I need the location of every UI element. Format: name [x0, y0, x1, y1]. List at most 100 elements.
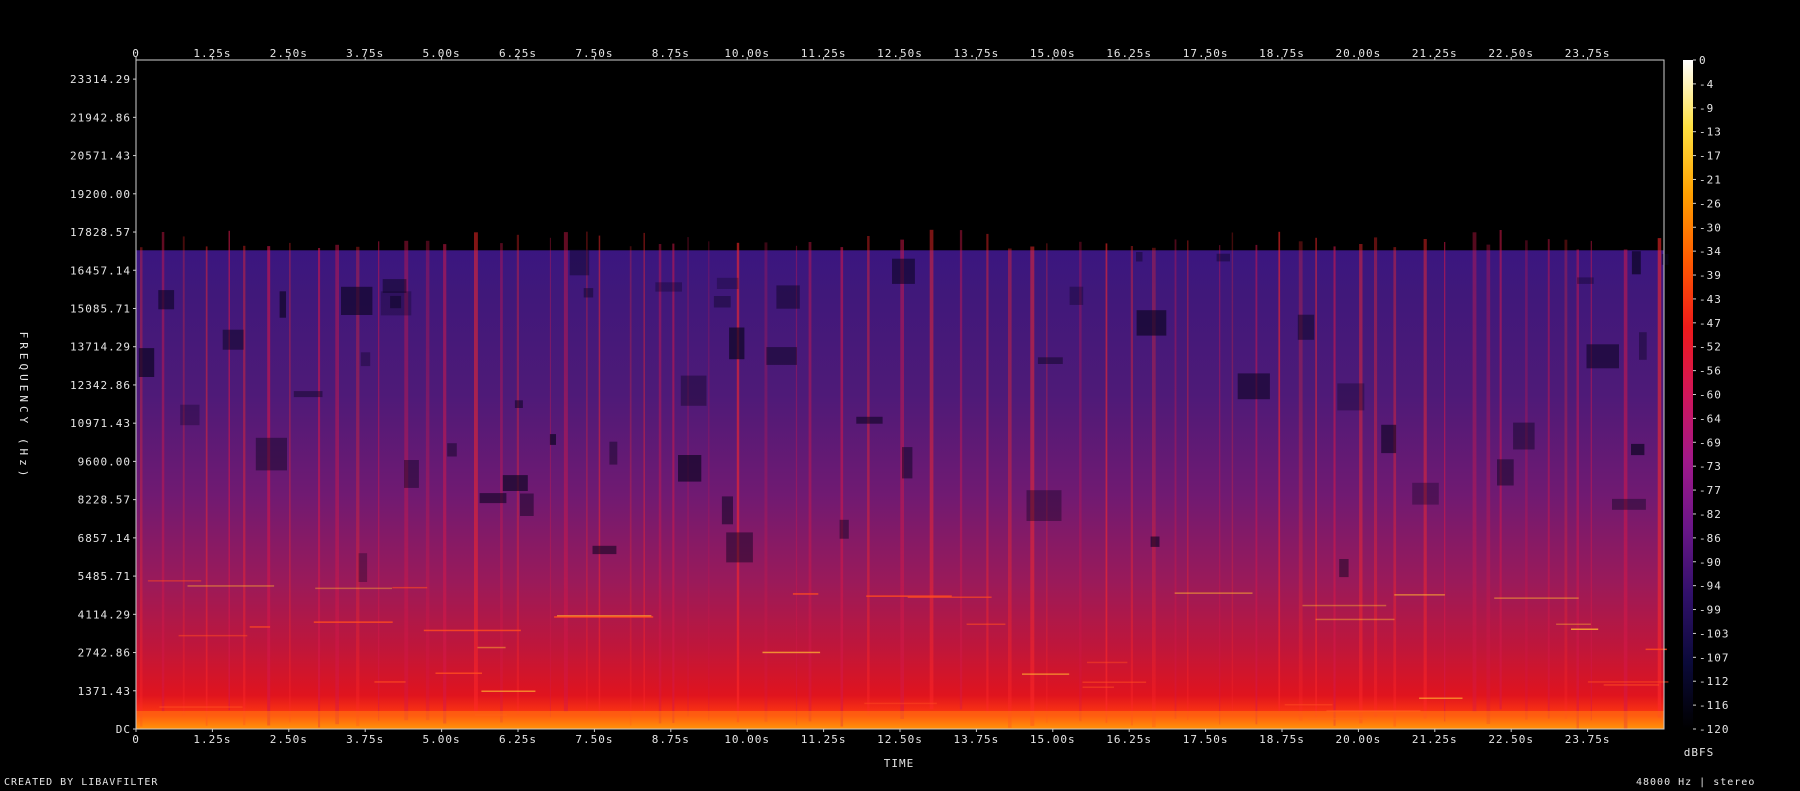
transient-streak — [900, 239, 904, 719]
low-energy-patch — [1586, 344, 1619, 369]
colorbar-tick-label: -34 — [1699, 245, 1722, 258]
harmonic-line — [1087, 661, 1128, 664]
harmonic-line — [249, 626, 271, 628]
colorbar-tick-label: -43 — [1699, 293, 1722, 306]
colorbar-tick-label: -120 — [1699, 723, 1730, 736]
x-tick-label: 21.25s — [1412, 47, 1458, 60]
y-tick-label: 19200.00 — [70, 188, 131, 201]
transient-streak — [643, 232, 645, 713]
transient-streak — [1564, 239, 1568, 720]
harmonic-line — [1571, 628, 1599, 630]
harmonic-line — [864, 702, 937, 705]
harmonic-line — [147, 580, 202, 582]
x-tick-label: 17.50s — [1183, 733, 1229, 746]
low-energy-patch — [222, 329, 244, 350]
y-tick-label: 8228.57 — [78, 494, 131, 507]
transient-streak — [1576, 249, 1579, 729]
transient-streak — [1359, 244, 1363, 724]
low-energy-patch — [279, 291, 286, 318]
colorbar-tick-label: -21 — [1699, 173, 1722, 186]
transient-streak — [1315, 237, 1317, 718]
x-tick-label: 0 — [132, 733, 140, 746]
transient-streak — [1525, 240, 1528, 720]
colorbar-tick-label: -99 — [1699, 604, 1722, 617]
colorbar-tick-label: -116 — [1699, 699, 1730, 712]
low-energy-patch — [839, 519, 849, 539]
low-energy-patch — [583, 288, 594, 298]
transient-streak — [808, 242, 812, 722]
colorbar-tick-label: -94 — [1699, 580, 1722, 593]
colorbar-tick-label: -112 — [1699, 675, 1730, 688]
x-tick-label: 16.25s — [1106, 47, 1152, 60]
transient-streak — [1623, 249, 1628, 729]
harmonic-line — [1587, 681, 1669, 683]
transient-streak — [840, 247, 844, 727]
transient-streak — [243, 245, 246, 726]
low-energy-patch — [1136, 252, 1143, 262]
transient-streak — [658, 244, 662, 724]
x-tick-label: 11.25s — [801, 47, 847, 60]
low-energy-patch — [678, 455, 702, 482]
transient-streak — [1030, 246, 1035, 726]
y-tick-label: 16457.14 — [70, 264, 131, 277]
low-energy-patch — [520, 493, 534, 516]
transient-streak — [205, 246, 208, 726]
low-energy-patch — [609, 441, 618, 465]
colorbar-tick-label: -39 — [1699, 269, 1722, 282]
colorbar-tick-label: -56 — [1699, 365, 1722, 378]
low-energy-patch — [293, 391, 323, 398]
transient-streak — [443, 244, 447, 724]
low-energy-patch — [1297, 314, 1315, 340]
x-tick-label: 18.75s — [1259, 733, 1305, 746]
low-energy-patch — [1069, 286, 1084, 305]
transient-streak — [140, 247, 143, 727]
x-tick-label: 6.25s — [499, 733, 537, 746]
low-energy-patch — [1237, 373, 1270, 400]
transient-streak — [549, 237, 551, 718]
y-tick-label: 6857.14 — [78, 532, 131, 545]
y-tick-label: 9600.00 — [78, 455, 131, 468]
colorbar-unit-label: dBFS — [1684, 746, 1715, 759]
low-energy-patch — [514, 400, 523, 408]
low-energy-patch — [766, 347, 797, 365]
x-axis-top: 0 1.25s 2.50s 3.75s 5.00s 6.25s 7.50s 8.75s 10.0… — [132, 47, 1611, 60]
harmonic-line — [762, 651, 821, 654]
harmonic-line — [1082, 686, 1114, 688]
x-tick-label: 8.75s — [652, 733, 690, 746]
x-tick-label: 7.50s — [575, 733, 613, 746]
colorbar-tick-label: 0 — [1699, 54, 1707, 67]
colorbar-tick-label: -4 — [1699, 78, 1714, 91]
transient-streak — [795, 245, 798, 726]
low-energy-patch — [479, 493, 507, 504]
low-energy-patch — [1513, 422, 1535, 450]
transient-streak — [1374, 237, 1378, 717]
colorbar-tick-label: -77 — [1699, 484, 1722, 497]
y-tick-label: DC — [116, 723, 131, 736]
x-tick-label: 20.00s — [1336, 47, 1382, 60]
low-energy-patch — [1026, 490, 1062, 521]
transient-streak — [1187, 240, 1189, 720]
transient-streak — [1130, 246, 1133, 726]
x-tick-label: 12.50s — [877, 47, 923, 60]
harmonic-line — [1082, 681, 1147, 683]
x-tick-label: 15.00s — [1030, 47, 1076, 60]
harmonic-line — [1394, 594, 1445, 596]
footer-audio-info: 48000 Hz | stereo — [1636, 777, 1756, 788]
x-tick-label: 23.75s — [1565, 47, 1611, 60]
transient-streak — [1333, 246, 1336, 726]
harmonic-line — [792, 593, 819, 595]
bass-band — [136, 711, 1664, 729]
harmonic-line — [1174, 592, 1253, 594]
spectrogram-plot-area — [135, 59, 1669, 730]
low-energy-patch — [138, 348, 155, 377]
transient-streak — [378, 241, 380, 721]
x-tick-label: 1.25s — [193, 47, 231, 60]
x-tick-label: 5.00s — [423, 47, 461, 60]
transient-streak — [228, 230, 230, 711]
harmonic-line — [1302, 604, 1387, 607]
colorbar-tick-label: -86 — [1699, 532, 1722, 545]
transient-streak — [500, 243, 503, 723]
transient-streak — [586, 231, 588, 711]
transient-streak — [1423, 239, 1427, 719]
transient-streak — [1105, 243, 1108, 723]
